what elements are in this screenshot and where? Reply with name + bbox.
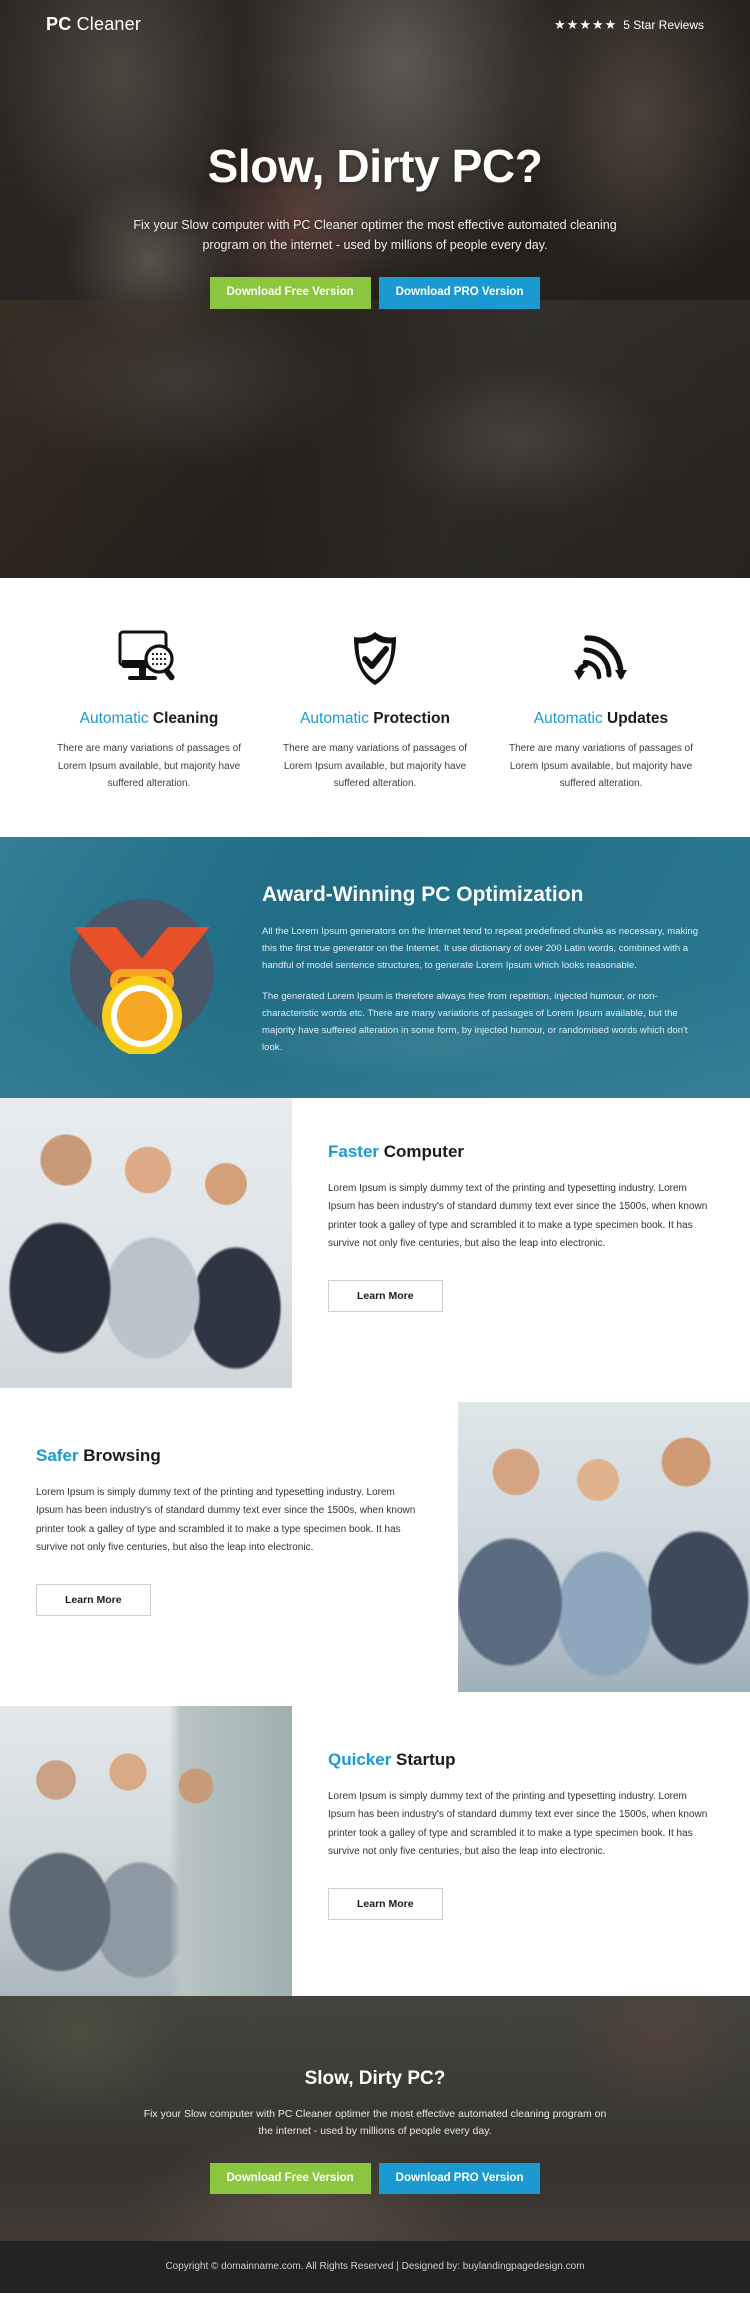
learn-more-button[interactable]: Learn More bbox=[328, 1887, 443, 1920]
feature-description: There are many variations of passages of… bbox=[283, 743, 467, 789]
feature-title-highlight: Automatic bbox=[79, 710, 149, 727]
feature-title-rest: Cleaning bbox=[148, 710, 219, 727]
download-free-button[interactable]: Download Free Version bbox=[209, 277, 371, 309]
top-bar: PC Cleaner ★★★★★ 5 Star Reviews bbox=[0, 0, 750, 35]
feature-automatic-updates: Automatic Updates There are many variati… bbox=[488, 626, 714, 793]
download-pro-button[interactable]: Download PRO Version bbox=[378, 277, 541, 309]
learn-more-button[interactable]: Learn More bbox=[36, 1583, 151, 1616]
award-paragraph-1: All the Lorem Ipsum generators on the In… bbox=[262, 925, 699, 971]
section-title: Quicker Startup bbox=[328, 1750, 708, 1770]
feature-title-highlight: Automatic bbox=[533, 710, 603, 727]
feature-title-rest: Protection bbox=[368, 710, 450, 727]
section-copy: Quicker Startup Lorem Ipsum is simply du… bbox=[292, 1706, 750, 1996]
business-team-meeting-photo bbox=[0, 1097, 292, 1388]
landing-page: PC Cleaner ★★★★★ 5 Star Reviews Slow, Di… bbox=[0, 0, 750, 2293]
reviews-label: 5 Star Reviews bbox=[623, 17, 704, 32]
section-safer-browsing: Safer Browsing Lorem Ipsum is simply dum… bbox=[0, 1401, 750, 1692]
hero-content: Slow, Dirty PC? Fix your Slow computer w… bbox=[0, 35, 750, 309]
feature-title-highlight: Automatic bbox=[300, 710, 369, 727]
award-paragraph-2: The generated Lorem Ipsum is therefore a… bbox=[262, 990, 688, 1053]
section-title-highlight: Safer bbox=[36, 1445, 79, 1465]
award-content: Award-Winning PC Optimization All the Lo… bbox=[262, 873, 704, 1056]
cta-button-group: Download Free Version Download PRO Versi… bbox=[0, 2162, 750, 2195]
section-title-highlight: Faster bbox=[328, 1141, 380, 1161]
feature-description: There are many variations of passages of… bbox=[509, 743, 693, 789]
section-description: Lorem Ipsum is simply dummy text of the … bbox=[328, 1790, 708, 1858]
feature-title: Automatic Cleaning bbox=[50, 710, 248, 728]
section-quicker-startup: Quicker Startup Lorem Ipsum is simply du… bbox=[0, 1705, 750, 1996]
feature-description: There are many variations of passages of… bbox=[57, 743, 241, 789]
cta-download-free-button[interactable]: Download Free Version bbox=[209, 2162, 371, 2195]
award-section: Award-Winning PC Optimization All the Lo… bbox=[0, 837, 750, 1098]
feature-title: Automatic Protection bbox=[276, 710, 474, 728]
shield-check-icon bbox=[276, 626, 474, 688]
star-rating-icon: ★★★★★ bbox=[554, 17, 618, 32]
footer-copyright: Copyright © domainname.com. All Rights R… bbox=[165, 2261, 585, 2273]
section-title-highlight: Quicker bbox=[328, 1749, 392, 1769]
bottom-cta-section: Slow, Dirty PC? Fix your Slow computer w… bbox=[0, 1995, 750, 2241]
medal-icon bbox=[46, 873, 236, 1054]
section-title: Faster Computer bbox=[328, 1142, 708, 1162]
feature-title-rest: Updates bbox=[602, 710, 669, 727]
monitor-magnifier-icon bbox=[50, 626, 248, 688]
reviews-badge: ★★★★★ 5 Star Reviews bbox=[554, 18, 704, 32]
section-copy: Faster Computer Lorem Ipsum is simply du… bbox=[292, 1098, 750, 1388]
section-title-rest: Startup bbox=[391, 1749, 456, 1769]
section-title-rest: Computer bbox=[379, 1141, 465, 1161]
students-computer-lab-photo bbox=[0, 1705, 292, 1996]
hero-subtitle: Fix your Slow computer with PC Cleaner o… bbox=[133, 218, 617, 252]
learn-more-button[interactable]: Learn More bbox=[328, 1279, 443, 1312]
refresh-signal-icon bbox=[502, 626, 700, 688]
row-spacer bbox=[0, 1387, 750, 1402]
section-title-rest: Browsing bbox=[78, 1445, 161, 1465]
section-description: Lorem Ipsum is simply dummy text of the … bbox=[328, 1182, 708, 1250]
section-title: Safer Browsing bbox=[36, 1446, 422, 1466]
feature-automatic-protection: Automatic Protection There are many vari… bbox=[262, 626, 488, 793]
office-team-computers-photo bbox=[458, 1401, 750, 1692]
feature-title: Automatic Updates bbox=[502, 710, 700, 728]
footer: Copyright © domainname.com. All Rights R… bbox=[0, 2240, 750, 2293]
cta-subtitle: Fix your Slow computer with PC Cleaner o… bbox=[143, 2107, 607, 2138]
cta-download-pro-button[interactable]: Download PRO Version bbox=[378, 2162, 541, 2195]
brand-light: Cleaner bbox=[71, 14, 142, 34]
brand-logo[interactable]: PC Cleaner bbox=[46, 14, 141, 35]
row-spacer bbox=[0, 1691, 750, 1706]
section-description: Lorem Ipsum is simply dummy text of the … bbox=[36, 1486, 416, 1554]
brand-bold: PC bbox=[46, 14, 72, 34]
section-faster-computer: Faster Computer Lorem Ipsum is simply du… bbox=[0, 1097, 750, 1388]
cta-content: Slow, Dirty PC? Fix your Slow computer w… bbox=[0, 1996, 750, 2195]
feature-automatic-cleaning: Automatic Cleaning There are many variat… bbox=[36, 626, 262, 793]
hero-title: Slow, Dirty PC? bbox=[207, 140, 543, 192]
award-title: Award-Winning PC Optimization bbox=[262, 882, 584, 906]
cta-title: Slow, Dirty PC? bbox=[304, 2067, 446, 2089]
section-copy: Safer Browsing Lorem Ipsum is simply dum… bbox=[0, 1402, 458, 1692]
hero-section: PC Cleaner ★★★★★ 5 Star Reviews Slow, Di… bbox=[0, 0, 750, 578]
features-section: Automatic Cleaning There are many variat… bbox=[0, 578, 750, 837]
hero-button-group: Download Free Version Download PRO Versi… bbox=[0, 277, 750, 309]
